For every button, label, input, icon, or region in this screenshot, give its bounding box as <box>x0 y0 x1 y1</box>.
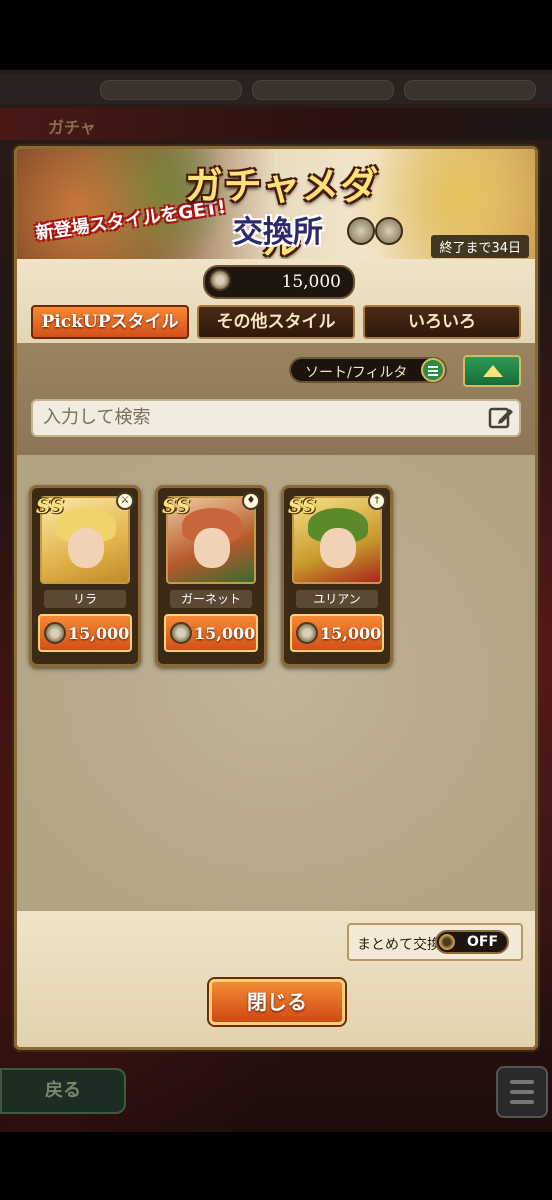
medal-icon <box>170 622 192 644</box>
character-name: ガーネット <box>170 590 252 608</box>
tab-other-style[interactable]: その他スタイル <box>197 305 355 339</box>
medal-icon <box>44 622 66 644</box>
toggle-state: OFF <box>467 934 499 950</box>
bulk-exchange-label: まとめて交換 <box>357 937 441 953</box>
price-value: 15,000 <box>320 624 382 643</box>
sort-filter-label: ソート/フィルタ <box>305 365 408 381</box>
collapse-filter-button[interactable] <box>463 355 521 387</box>
tab-pickup-style[interactable]: PickUPスタイル <box>31 305 189 339</box>
character-name: リラ <box>44 590 126 608</box>
character-name: ユリアン <box>296 590 378 608</box>
tab-section: 15,000 PickUPスタイル その他スタイル いろいろ <box>17 259 535 343</box>
medal-icon <box>296 622 318 644</box>
search-input[interactable] <box>41 406 475 429</box>
list-icon <box>421 358 445 382</box>
list-item[interactable]: SS † ユリアン 15,000 <box>281 485 393 667</box>
event-banner: 新登場スタイルをGET! ガチャメダル 交換所 終了まで34日 <box>17 149 535 259</box>
price-value: 15,000 <box>194 624 256 643</box>
medal-balance: 15,000 <box>203 265 355 299</box>
toggle-knob-icon <box>439 934 455 950</box>
medal-icon <box>209 269 231 291</box>
rank-badge: SS <box>162 494 191 518</box>
staff-icon: ♦ <box>242 492 260 510</box>
dialog-footer: まとめて交換 OFF 閉じる <box>17 911 535 1047</box>
rank-badge: SS <box>288 494 317 518</box>
triangle-up-icon <box>483 365 503 377</box>
exchange-button[interactable]: 15,000 <box>38 614 132 652</box>
exchange-button[interactable]: 15,000 <box>290 614 384 652</box>
close-button[interactable]: 閉じる <box>209 979 345 1025</box>
tab-misc[interactable]: いろいろ <box>363 305 521 339</box>
sort-filter-button[interactable]: ソート/フィルタ <box>289 357 447 383</box>
item-grid: SS ⚔ リラ 15,000 SS ♦ ガーネット 15,000 SS † ユリ… <box>17 455 535 911</box>
bg-resource-pill <box>252 80 394 100</box>
bg-resource-pill <box>100 80 242 100</box>
event-end-countdown: 終了まで34日 <box>431 235 529 258</box>
medal-balance-value: 15,000 <box>281 272 341 292</box>
medal-icon <box>375 217 403 245</box>
list-item[interactable]: SS ♦ ガーネット 15,000 <box>155 485 267 667</box>
search-box <box>31 399 521 437</box>
bulk-exchange-switch[interactable]: OFF <box>435 930 509 954</box>
exchange-button[interactable]: 15,000 <box>164 614 258 652</box>
medal-icon <box>347 217 375 245</box>
bg-page-title: ガチャ <box>48 118 96 137</box>
bg-back-button: 戻る <box>0 1068 126 1114</box>
bulk-exchange-toggle: まとめて交換 OFF <box>347 923 523 961</box>
status-area <box>0 0 552 70</box>
price-value: 15,000 <box>68 624 130 643</box>
filter-bar: ソート/フィルタ <box>17 343 535 455</box>
navigation-area <box>0 1132 552 1200</box>
bg-menu-icon <box>496 1066 548 1118</box>
bg-resource-pill <box>404 80 536 100</box>
medal-exchange-dialog: 新登場スタイルをGET! ガチャメダル 交換所 終了まで34日 15,000 P… <box>14 146 538 1050</box>
edit-icon[interactable] <box>487 405 515 431</box>
rank-badge: SS <box>36 494 65 518</box>
banner-subtitle: 交換所 <box>233 215 323 250</box>
fan-icon: ⚔ <box>116 492 134 510</box>
sword-icon: † <box>368 492 386 510</box>
list-item[interactable]: SS ⚔ リラ 15,000 <box>29 485 141 667</box>
